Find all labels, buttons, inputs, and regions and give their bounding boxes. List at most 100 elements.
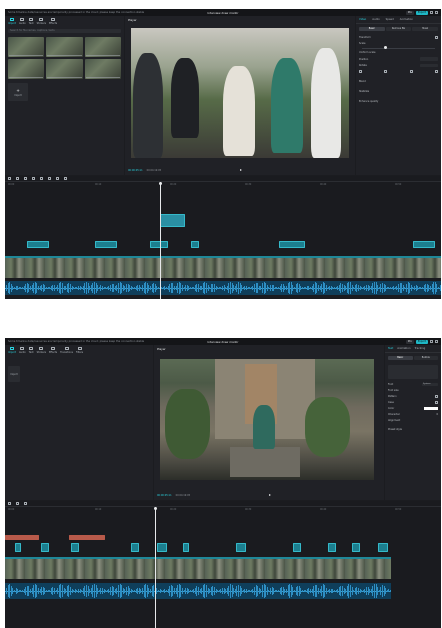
subtab-basic[interactable]: Basic: [359, 27, 385, 31]
close-icon[interactable]: [435, 11, 438, 14]
tab-text[interactable]: Text: [29, 347, 34, 354]
overlay-clip[interactable]: [41, 543, 49, 552]
tab-effects[interactable]: Effects: [49, 347, 57, 354]
scale-slider[interactable]: [362, 46, 435, 50]
position-x-field[interactable]: [420, 57, 438, 61]
import-button[interactable]: + Import: [8, 83, 28, 101]
mirror-icon[interactable]: [56, 177, 59, 180]
subtab-mask[interactable]: Mask: [412, 27, 439, 31]
tab-video[interactable]: Video: [359, 18, 366, 21]
subtab-basic[interactable]: Basic: [388, 356, 413, 360]
tab-tracking[interactable]: Tracking: [414, 347, 425, 350]
minimize-icon[interactable]: [430, 340, 433, 343]
playhead[interactable]: [160, 182, 161, 299]
align-top-icon[interactable]: [434, 70, 438, 74]
tab-import[interactable]: Import: [8, 347, 16, 354]
delete-icon[interactable]: [40, 177, 43, 180]
undo-icon[interactable]: [16, 177, 19, 180]
align-right-icon[interactable]: [409, 70, 413, 74]
overlay-clip[interactable]: [71, 543, 79, 552]
audio-track[interactable]: [5, 583, 391, 599]
overlay-clip[interactable]: [95, 241, 117, 248]
tab-import[interactable]: Import: [8, 18, 16, 25]
bold-icon[interactable]: [435, 395, 438, 398]
main-video-track[interactable]: [5, 256, 441, 278]
case-icon[interactable]: [435, 401, 438, 404]
tab-text[interactable]: Text: [29, 18, 34, 25]
play-icon[interactable]: [269, 494, 271, 496]
align-left-icon[interactable]: [359, 70, 362, 74]
tab-animation[interactable]: Animation: [397, 347, 410, 350]
play-icon[interactable]: [240, 169, 242, 171]
tab-audio[interactable]: Audio: [19, 347, 26, 354]
subtab-bubble[interactable]: Bubble: [413, 356, 438, 360]
redo-icon[interactable]: [24, 502, 27, 505]
tab-effects[interactable]: Effects: [49, 18, 57, 25]
freeze-icon[interactable]: [48, 177, 51, 180]
media-thumbnail[interactable]: [84, 37, 121, 57]
playhead[interactable]: [155, 507, 156, 628]
overlay-clip[interactable]: [328, 543, 336, 552]
split-icon[interactable]: [32, 177, 35, 180]
overlay-clip[interactable]: [378, 543, 388, 552]
overlay-clip[interactable]: [27, 241, 49, 248]
text-clip[interactable]: [69, 535, 105, 540]
media-thumbnail[interactable]: [8, 37, 45, 57]
redo-icon[interactable]: [24, 177, 27, 180]
waveform-bar: [439, 284, 441, 292]
minimize-icon[interactable]: [430, 11, 433, 14]
checkbox-icon[interactable]: [435, 35, 438, 39]
pro-button[interactable]: Pro: [405, 339, 414, 344]
main-video-track[interactable]: [5, 557, 391, 579]
overlay-clip[interactable]: [150, 241, 168, 248]
select-icon[interactable]: [8, 177, 11, 180]
tab-text[interactable]: Text: [388, 347, 393, 350]
overlay-clip[interactable]: [15, 543, 21, 552]
overlay-clip[interactable]: [183, 543, 189, 552]
playhead-handle[interactable]: [158, 182, 162, 185]
text-input-box[interactable]: [388, 365, 438, 379]
crop-icon[interactable]: [64, 177, 67, 180]
rotate-field[interactable]: [420, 63, 438, 68]
media-thumbnail[interactable]: [46, 59, 83, 79]
import-button[interactable]: Import: [8, 366, 20, 382]
close-icon[interactable]: [435, 340, 438, 343]
tab-audio[interactable]: Audio: [19, 18, 26, 25]
media-thumbnail[interactable]: [46, 37, 83, 57]
person: [311, 48, 341, 158]
overlay-clip[interactable]: [157, 543, 167, 552]
pro-button[interactable]: Pro: [405, 10, 414, 15]
tab-speed[interactable]: Speed: [386, 18, 394, 21]
overlay-clip[interactable]: [191, 241, 199, 248]
character-value[interactable]: 0: [436, 413, 438, 416]
tab-audio[interactable]: Audio: [372, 18, 379, 21]
tab-transitions[interactable]: Transitions: [60, 347, 73, 354]
export-button[interactable]: Export: [415, 10, 428, 15]
selected-clip[interactable]: [160, 214, 185, 227]
media-search-input[interactable]: Search for file names, captions, texts: [8, 29, 121, 33]
overlay-clip[interactable]: [413, 241, 435, 248]
subtab-remove-bg[interactable]: Remove BG: [385, 27, 412, 31]
overlay-clip[interactable]: [279, 241, 305, 248]
overlay-clip[interactable]: [236, 543, 246, 552]
overlay-clip[interactable]: [293, 543, 301, 552]
video-preview[interactable]: [131, 28, 349, 158]
tab-stickers[interactable]: Stickers: [37, 18, 46, 25]
audio-track[interactable]: [5, 281, 441, 295]
video-preview[interactable]: [160, 359, 374, 480]
color-swatch[interactable]: [424, 407, 438, 410]
font-select[interactable]: System: [422, 382, 438, 386]
overlay-clip[interactable]: [352, 543, 360, 552]
text-clip[interactable]: [5, 535, 39, 540]
media-thumbnail[interactable]: [84, 59, 121, 79]
tab-stickers[interactable]: Stickers: [37, 347, 46, 354]
undo-icon[interactable]: [16, 502, 19, 505]
overlay-clip[interactable]: [131, 543, 139, 552]
tab-filters[interactable]: Filters: [76, 347, 83, 354]
align-center-icon[interactable]: [384, 70, 388, 74]
playhead-handle[interactable]: [153, 507, 157, 510]
select-icon[interactable]: [8, 502, 11, 505]
tab-animation[interactable]: Animation: [400, 18, 413, 21]
media-thumbnail[interactable]: [8, 59, 45, 79]
export-button[interactable]: Export: [415, 339, 428, 344]
